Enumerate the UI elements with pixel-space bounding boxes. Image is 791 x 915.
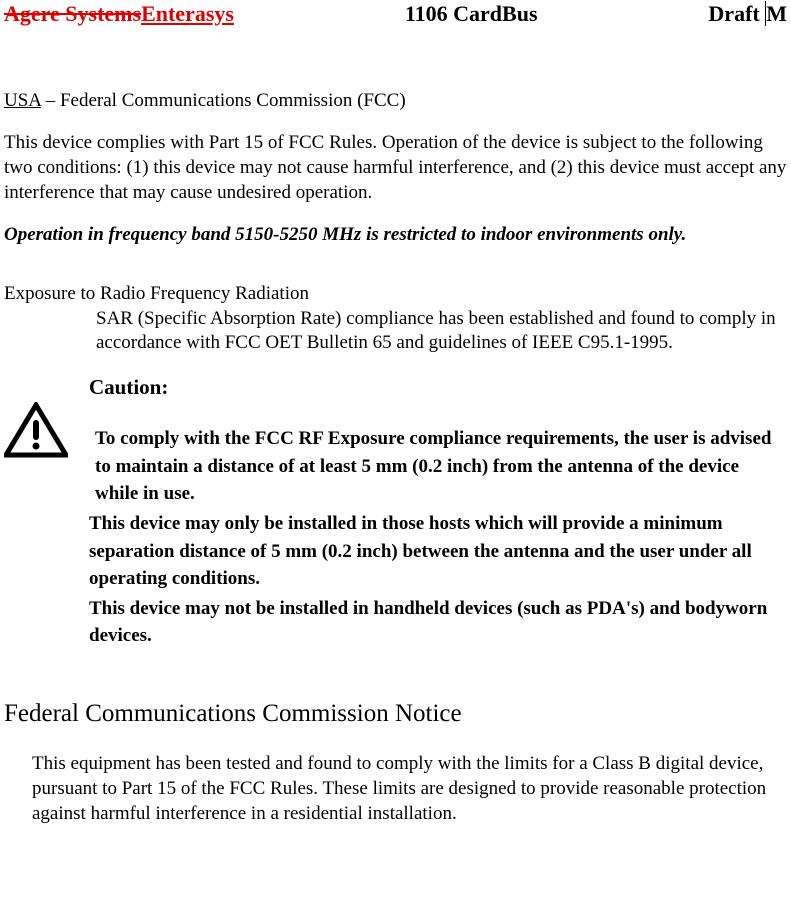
header-right: Draft M	[708, 0, 787, 29]
caution-text: To comply with the FCC RF Exposure compl…	[89, 425, 787, 649]
usa-rest: – Federal Communications Commission (FCC…	[41, 90, 406, 111]
usa-label: USA	[4, 90, 41, 111]
frequency-restriction: Operation in frequency band 5150-5250 MH…	[4, 223, 787, 248]
warning-icon	[4, 402, 74, 466]
caution-p2: This device may only be installed in tho…	[89, 510, 787, 593]
header-strike-text: Agere Systems	[4, 1, 141, 26]
caution-body: Caution: To comply with the FCC RF Expos…	[89, 374, 787, 652]
header-insert-text: Enterasys	[141, 1, 234, 26]
header-title: 1106 CardBus	[234, 0, 708, 29]
caution-p3: This device may not be installed in hand…	[89, 595, 787, 650]
header-right-post: M	[766, 1, 787, 26]
exposure-block: Exposure to Radio Frequency Radiation SA…	[4, 282, 787, 356]
caution-block: Caution: To comply with the FCC RF Expos…	[4, 374, 787, 652]
document-header: Agere SystemsEnterasys 1106 CardBus Draf…	[4, 0, 787, 29]
exposure-body: SAR (Specific Absorption Rate) complianc…	[96, 307, 787, 356]
usa-line: USA – Federal Communications Commission …	[4, 89, 787, 114]
caution-p1: To comply with the FCC RF Exposure compl…	[95, 425, 787, 508]
caution-title: Caution:	[89, 374, 787, 401]
exposure-title: Exposure to Radio Frequency Radiation	[4, 282, 787, 307]
compliance-paragraph: This device complies with Part 15 of FCC…	[4, 131, 787, 205]
header-left: Agere SystemsEnterasys	[4, 0, 234, 29]
fcc-notice-heading: Federal Communications Commission Notice	[4, 698, 787, 731]
header-right-pre: Draft	[708, 1, 765, 26]
fcc-notice-body: This equipment has been tested and found…	[32, 752, 787, 826]
